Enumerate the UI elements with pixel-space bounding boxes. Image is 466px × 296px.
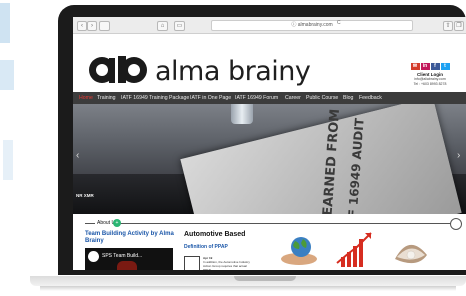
laptop-shadow — [40, 286, 456, 291]
ppap-excerpt: Apr 19 In addition, the Automotive Indus… — [203, 256, 253, 270]
hero-prev-arrow[interactable]: ‹ — [76, 150, 79, 161]
nav-item-feedback[interactable]: Feedback — [359, 95, 382, 101]
globe-hand-image[interactable] — [281, 237, 317, 265]
social-icon-0[interactable]: ✉ — [410, 63, 420, 70]
social-icon-1[interactable]: in — [420, 63, 430, 70]
ppap-body: In addition, the Automotive Industry Act… — [203, 260, 250, 270]
tabs-icon[interactable]: ❐ — [454, 21, 464, 31]
site-name[interactable]: alma brainy — [155, 56, 311, 87]
divider-ring-icon — [450, 218, 462, 230]
main-nav: Home Training IATF 16949 Training Packag… — [73, 92, 466, 104]
header-contact: ✉ in f t Client Login info@aliabrainy.com T… — [395, 63, 465, 87]
contact-phone: Tel : +603 8993 8278 — [413, 82, 447, 86]
hero-doc-line2: IATF 16949 AUDIT — [344, 117, 367, 214]
nav-item-iatf-training-package[interactable]: IATF 16949 Training Package — [121, 95, 189, 101]
social-icon-3[interactable]: t — [440, 63, 450, 70]
hero-next-arrow[interactable]: › — [457, 150, 460, 161]
print-icon[interactable]: ▭ — [174, 21, 185, 31]
feature-images — [281, 232, 427, 267]
background-tile — [3, 140, 13, 180]
nav-item-iatf-forum[interactable]: IATF 16949 Forum — [235, 95, 278, 101]
video-person — [117, 261, 137, 270]
sidebar-icon[interactable] — [99, 21, 110, 31]
home-icon[interactable]: ⌂ — [157, 21, 168, 31]
background-tile — [0, 60, 14, 90]
back-button[interactable]: ‹ — [77, 21, 87, 31]
share-icon[interactable]: ⇧ — [443, 21, 453, 31]
about-divider: About Us + — [73, 218, 466, 230]
social-icon-2[interactable]: f — [430, 63, 440, 70]
laptop-base — [0, 276, 466, 296]
ppap-thumbnail[interactable] — [184, 256, 200, 270]
automotive-based-title: Automotive Based — [184, 231, 246, 238]
feature-thumbnails — [277, 229, 442, 270]
forward-button[interactable]: › — [87, 21, 97, 31]
hero-slider[interactable]: LEARNED FROM IATF 16949 AUDIT ‹ › NR XMR — [73, 104, 466, 214]
divider-line — [85, 223, 454, 224]
nav-item-career[interactable]: Career — [285, 95, 301, 101]
team-building-title[interactable]: Team Building Activity by Alma Brainy — [85, 231, 180, 245]
oyster-pearl-image[interactable] — [395, 244, 427, 264]
background-tile — [0, 3, 10, 43]
nav-item-public-course[interactable]: Public Course — [306, 95, 338, 101]
nav-item-iatf-in-one-page[interactable]: IATF in One Page — [190, 95, 231, 101]
site-header: alma brainy ✉ in f t Client Login info@alia… — [73, 34, 466, 90]
channel-avatar — [88, 251, 99, 262]
laptop-screen: ‹ › ⌂ ▭ ⓘ almabrainy.com C ⇧ ❐ alma brai… — [73, 17, 466, 270]
video-title: SPS Team Build... — [102, 253, 143, 259]
logo-icon[interactable] — [88, 56, 150, 84]
reload-button[interactable]: C — [337, 20, 341, 26]
about-toggle-button[interactable]: + — [113, 219, 121, 227]
ppap-link[interactable]: Definition of PPAP — [184, 244, 228, 250]
hero-doc-line1: LEARNED FROM — [320, 108, 344, 214]
hero-caption: NR XMR — [76, 193, 94, 198]
social-links: ✉ in f t — [395, 63, 465, 70]
bottle-image — [231, 104, 253, 124]
team-building-video[interactable]: SPS Team Build... — [85, 248, 173, 270]
laptop-notch — [234, 276, 296, 281]
url-field[interactable]: ⓘ almabrainy.com — [211, 20, 413, 31]
nav-item-home[interactable]: Home — [79, 95, 93, 101]
nav-item-blog[interactable]: Blog — [343, 95, 353, 101]
growth-chart-image[interactable] — [336, 232, 372, 267]
browser-toolbar: ‹ › ⌂ ▭ ⓘ almabrainy.com C ⇧ ❐ — [73, 17, 466, 34]
nav-item-training[interactable]: Training — [97, 95, 116, 101]
